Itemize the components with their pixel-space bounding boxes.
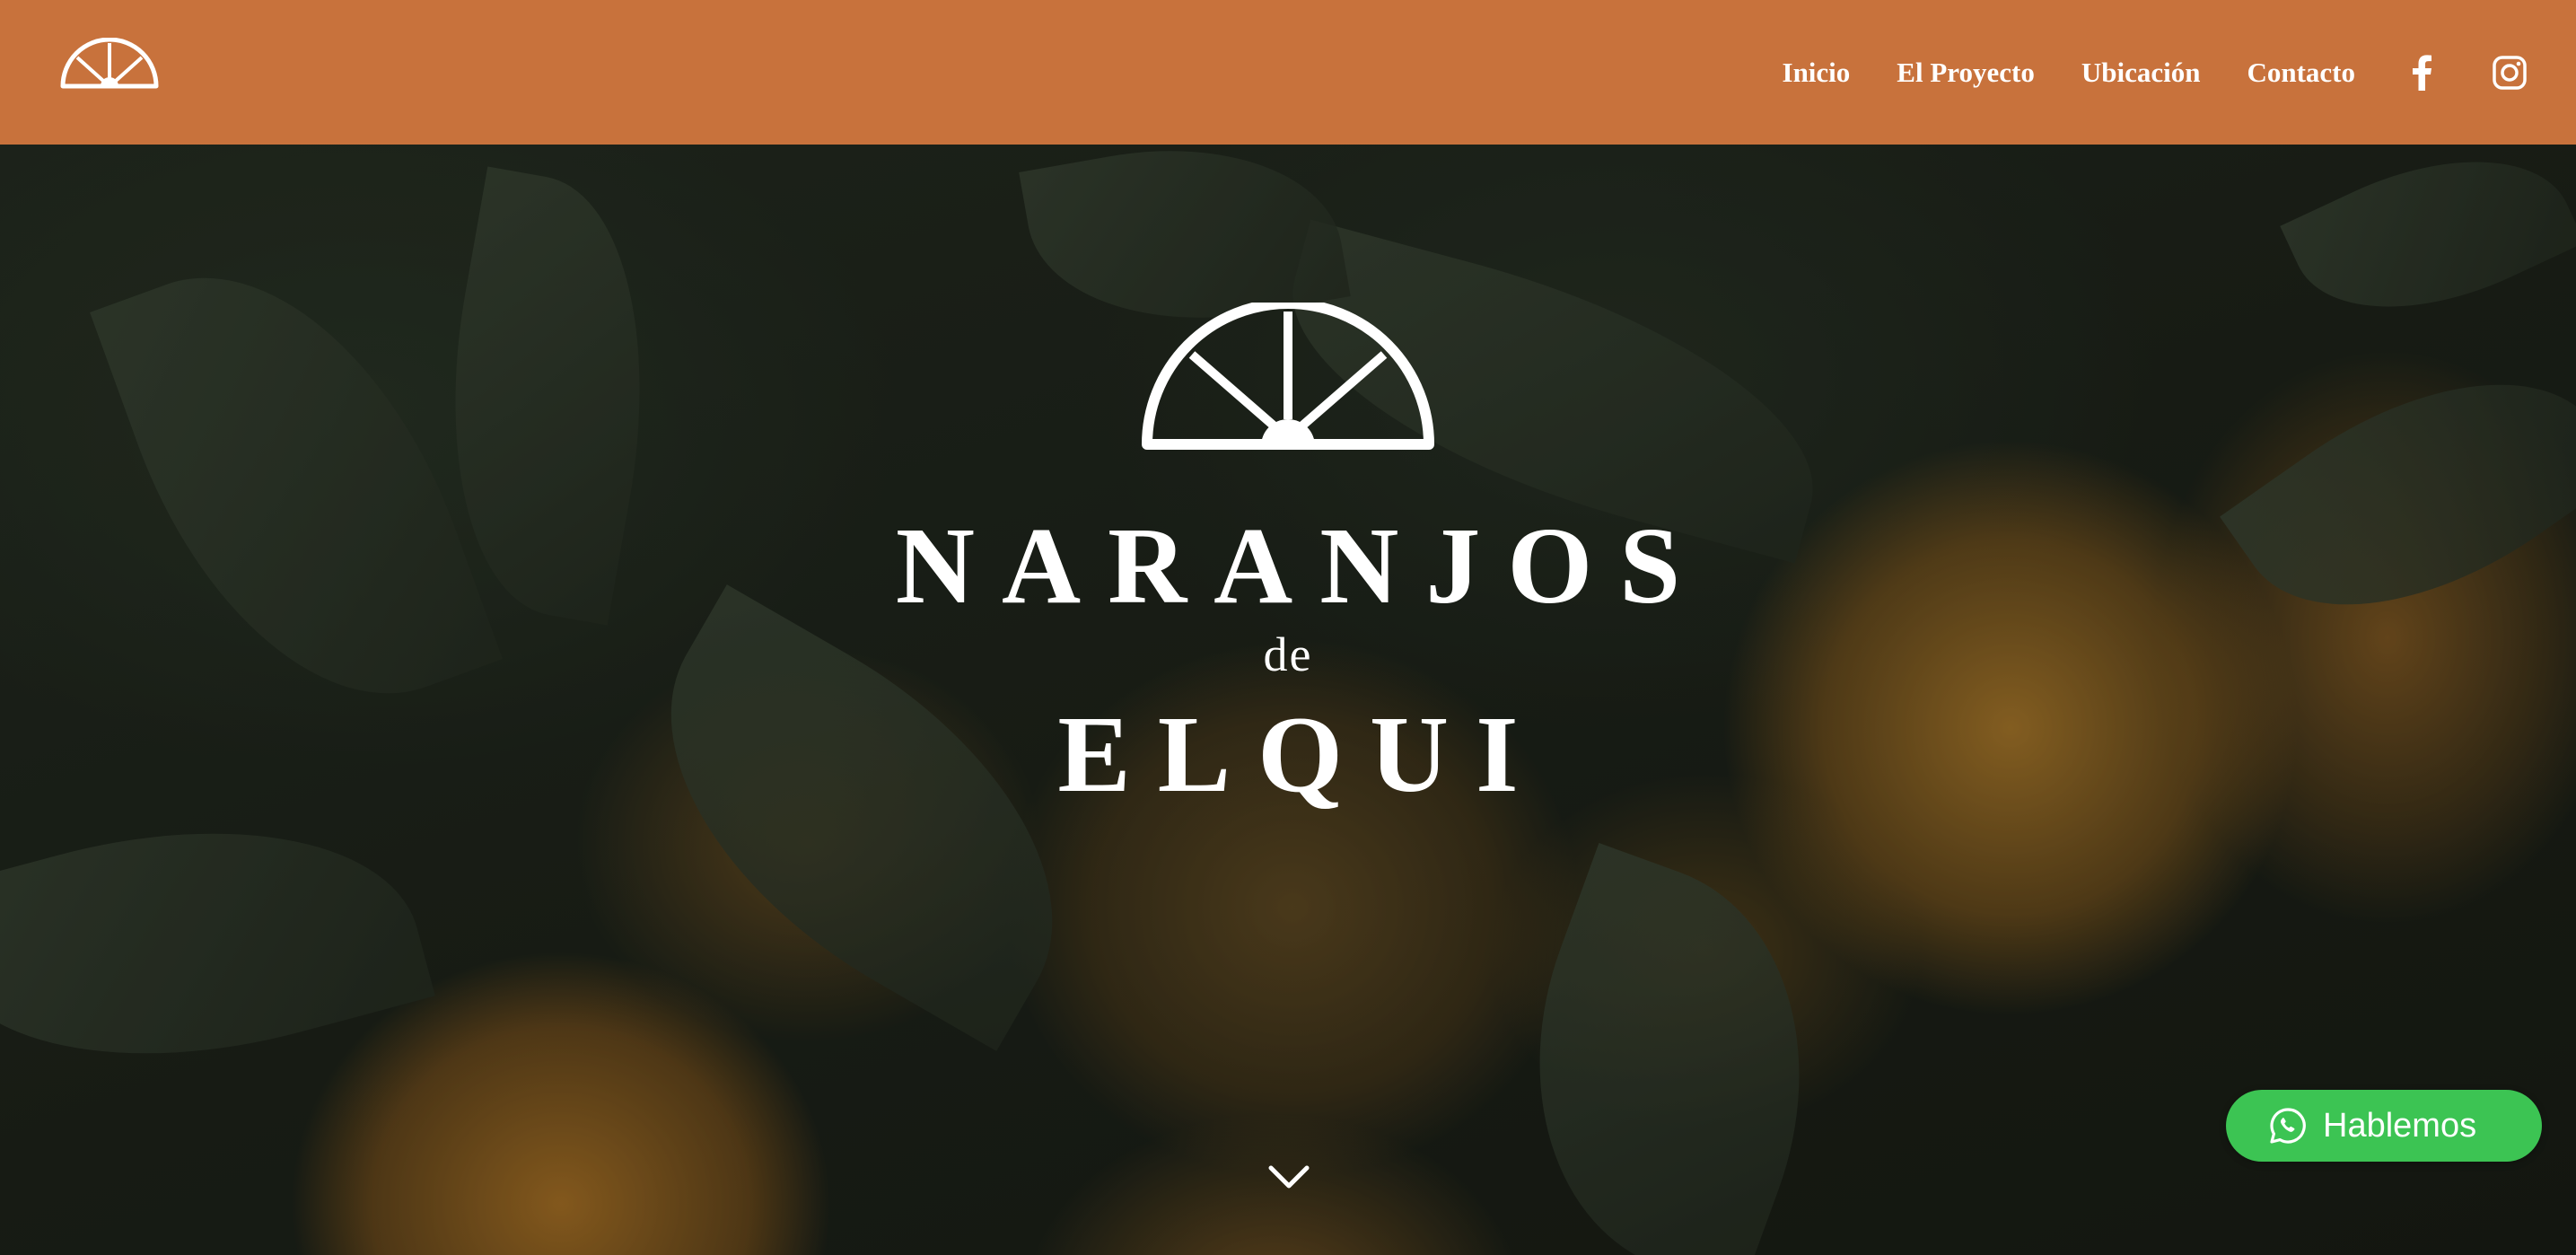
whatsapp-icon (2270, 1108, 2306, 1144)
brand-title-elqui: ELQUI (1057, 694, 1546, 815)
whatsapp-chat-button[interactable]: Hablemos (2226, 1090, 2542, 1162)
brand-title-naranjos: NARANJOS (895, 505, 1708, 627)
nav-link-ubicacion[interactable]: Ubicación (2081, 57, 2201, 89)
nav-link-contacto[interactable]: Contacto (2247, 57, 2355, 89)
chevron-down-icon[interactable] (1267, 1163, 1310, 1190)
half-orange-emblem-icon (1142, 303, 1434, 450)
whatsapp-button-label: Hablemos (2323, 1106, 2477, 1145)
nav-link-inicio[interactable]: Inicio (1783, 57, 1851, 89)
site-header: Inicio El Proyecto Ubicación Contacto (0, 0, 2576, 145)
facebook-icon[interactable] (2409, 54, 2436, 91)
half-orange-logo-icon[interactable] (59, 38, 160, 90)
nav-link-el-proyecto[interactable]: El Proyecto (1897, 57, 2035, 89)
instagram-icon[interactable] (2492, 55, 2528, 91)
main-nav: Inicio El Proyecto Ubicación Contacto (1783, 0, 2576, 145)
brand-title-de: de (1263, 628, 1313, 681)
